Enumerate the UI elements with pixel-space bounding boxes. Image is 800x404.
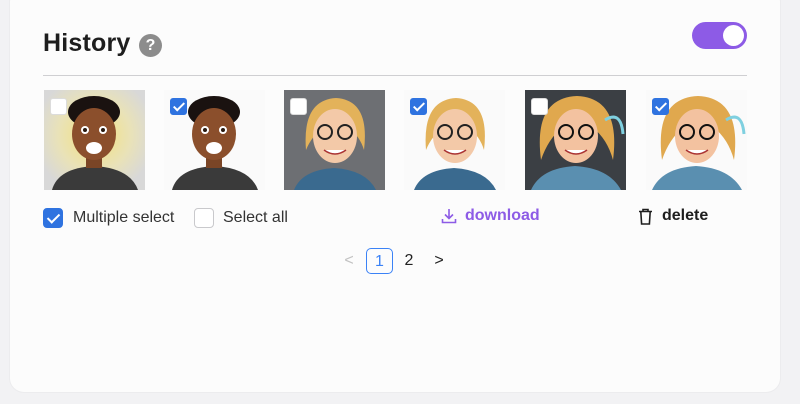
pagination-next[interactable]: > (431, 248, 447, 274)
history-toggle[interactable] (692, 22, 747, 49)
history-thumbnail-6[interactable] (646, 90, 747, 190)
delete-label: delete (662, 207, 709, 224)
thumbnail-checkbox[interactable] (531, 98, 548, 115)
download-icon (441, 209, 457, 224)
trash-icon (639, 208, 652, 225)
history-thumbnail-2[interactable] (164, 90, 265, 190)
history-thumbnail-5[interactable] (525, 90, 626, 190)
thumbnail-checkbox[interactable] (50, 98, 67, 115)
pagination-prev[interactable]: < (342, 248, 356, 274)
download-button[interactable]: download (441, 207, 540, 225)
select-all-checkbox[interactable] (194, 208, 214, 228)
download-label: download (465, 207, 540, 224)
pagination-page-2[interactable]: 2 (399, 248, 419, 274)
toggle-knob (723, 25, 744, 46)
pagination-page-1[interactable]: 1 (366, 248, 393, 274)
select-all-label[interactable]: Select all (223, 209, 288, 227)
panel-title: History (43, 29, 131, 57)
divider (43, 75, 747, 76)
thumbnail-checkbox[interactable] (290, 98, 307, 115)
delete-button[interactable]: delete (638, 207, 708, 225)
history-thumbnail-1[interactable] (44, 90, 145, 190)
thumbnail-checkbox[interactable] (170, 98, 187, 115)
thumbnail-checkbox[interactable] (652, 98, 669, 115)
multiple-select-checkbox[interactable] (43, 208, 63, 228)
history-thumbnail-4[interactable] (404, 90, 505, 190)
help-icon[interactable]: ? (139, 34, 162, 57)
thumbnail-checkbox[interactable] (410, 98, 427, 115)
history-panel (10, 0, 780, 392)
history-thumbnail-3[interactable] (284, 90, 385, 190)
multiple-select-label[interactable]: Multiple select (73, 209, 174, 227)
